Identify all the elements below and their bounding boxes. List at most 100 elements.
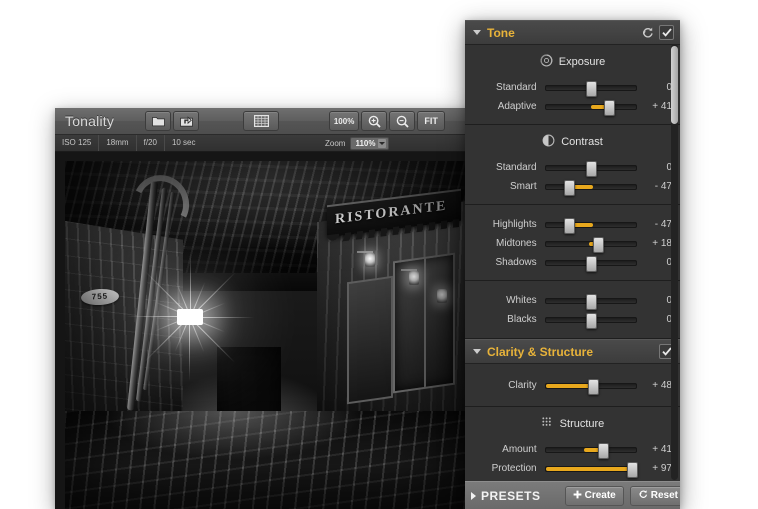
slider-label: Protection (491, 463, 537, 474)
metadata-bar: ISO 125 18mm f/20 10 sec Zoom 110% (55, 135, 475, 152)
slider-row-structure-amount[interactable]: Amount + 41 (465, 440, 680, 459)
reset-button[interactable]: Reset (629, 485, 680, 506)
slider-track[interactable] (544, 255, 638, 272)
slider-row-contrast-smart[interactable]: Smart - 47 (465, 177, 680, 196)
slider-row-highlights[interactable]: Highlights - 47 (465, 215, 680, 234)
slider-track[interactable] (544, 236, 638, 253)
slider-row-shadows[interactable]: Shadows 0 (465, 253, 680, 272)
image-canvas[interactable]: 755 RISTORANTE (55, 152, 475, 509)
zoom-select[interactable]: 110% (350, 136, 390, 150)
create-preset-button[interactable]: Create (564, 485, 624, 506)
compare-grid-icon[interactable] (243, 111, 280, 131)
slider-handle[interactable] (626, 461, 638, 478)
aperture-icon (540, 54, 553, 70)
section-header-clarity-structure[interactable]: Clarity & Structure (465, 339, 680, 364)
slider-label: Blacks (507, 314, 537, 325)
slider-track[interactable] (544, 312, 638, 329)
slider-track[interactable] (544, 80, 638, 97)
chevron-down-icon[interactable] (378, 138, 387, 148)
adjustments-scroll-area: Tone Exposure Standard 0 Adaptive + 41 C… (465, 20, 680, 482)
slider-row-clarity[interactable]: Clarity + 48 (465, 376, 680, 395)
contrast-half-circle-icon (542, 134, 555, 150)
slider-row-midtones[interactable]: Midtones + 18 (465, 234, 680, 253)
slider-handle[interactable] (587, 378, 599, 395)
slider-label: Standard (496, 162, 537, 173)
reset-label: Reset (650, 490, 678, 501)
checkbox-checked-icon[interactable] (659, 25, 674, 40)
slider-handle[interactable] (585, 293, 597, 310)
slider-handle[interactable] (564, 217, 576, 234)
zoom-value: 110% (355, 138, 376, 148)
slider-handle[interactable] (604, 99, 616, 116)
adjustments-panel: Tone Exposure Standard 0 Adaptive + 41 C… (465, 20, 680, 509)
slider-handle[interactable] (585, 160, 597, 177)
slider-row-exposure-adaptive[interactable]: Adaptive + 41 (465, 97, 680, 116)
slider-track[interactable] (544, 160, 638, 177)
panel-bottom-bar: PRESETS Create Reset (465, 481, 680, 509)
group-title-structure: Structure (465, 416, 680, 432)
slider-label: Midtones (496, 238, 537, 249)
slider-track[interactable] (544, 217, 638, 234)
slider-track[interactable] (544, 179, 638, 196)
group-tone-range: Whites 0 Blacks 0 (465, 281, 680, 339)
slider-row-blacks[interactable]: Blacks 0 (465, 310, 680, 329)
chevron-down-icon[interactable] (473, 349, 481, 354)
photo-preview[interactable]: 755 RISTORANTE (65, 161, 467, 509)
slider-handle[interactable] (585, 80, 597, 97)
panel-scrollbar[interactable] (671, 44, 678, 480)
meta-aperture: f/20 (135, 135, 164, 151)
slider-track[interactable] (544, 293, 638, 310)
slider-handle[interactable] (585, 312, 597, 329)
plus-icon (573, 490, 582, 502)
slider-fill (545, 383, 593, 388)
slider-handle[interactable] (593, 236, 605, 253)
slider-handle[interactable] (597, 442, 609, 459)
zoom-100-button[interactable]: 100% (329, 111, 360, 131)
presets-toggle[interactable]: PRESETS (471, 489, 541, 503)
export-share-icon[interactable] (173, 111, 200, 131)
zoom-control: Zoom 110% (325, 135, 390, 151)
photo-light-ray (126, 316, 190, 317)
refresh-icon (638, 489, 648, 502)
slider-label: Clarity (508, 380, 537, 391)
section-header-tone[interactable]: Tone (465, 20, 680, 45)
zoom-in-icon[interactable] (361, 111, 388, 131)
zoom-button-group: 100% FIT (328, 111, 446, 131)
slider-row-contrast-standard[interactable]: Standard 0 (465, 158, 680, 177)
compare-button-group (242, 111, 280, 131)
meta-shutter: 10 sec (163, 135, 203, 151)
structure-dots-icon (541, 416, 554, 432)
meta-focal: 18mm (98, 135, 135, 151)
group-label-contrast: Contrast (561, 136, 603, 148)
group-clarity: Clarity + 48 (465, 364, 680, 407)
create-label: Create (584, 490, 616, 501)
slider-track[interactable] (544, 461, 638, 478)
slider-label: Whites (506, 295, 537, 306)
slider-track[interactable] (544, 99, 638, 116)
slider-label: Smart (509, 181, 537, 192)
group-tone-levels: Highlights - 47 Midtones + 18 Shadows 0 (465, 205, 680, 281)
zoom-out-icon[interactable] (389, 111, 416, 131)
zoom-label: Zoom (325, 138, 346, 148)
presets-label: PRESETS (481, 488, 541, 503)
fit-button[interactable]: FIT (417, 111, 446, 131)
slider-row-exposure-standard[interactable]: Standard 0 (465, 78, 680, 97)
panel-scrollbar-thumb[interactable] (671, 46, 678, 124)
photo-lamp-1 (365, 253, 375, 267)
group-exposure: Exposure Standard 0 Adaptive + 41 (465, 45, 680, 125)
photo-shop-window-2 (347, 275, 393, 405)
slider-row-whites[interactable]: Whites 0 (465, 291, 680, 310)
chevron-down-icon[interactable] (473, 30, 481, 35)
slider-label: Highlights (492, 219, 537, 230)
chevron-right-icon[interactable] (471, 491, 476, 500)
open-folder-icon[interactable] (145, 111, 172, 131)
slider-row-structure-protection[interactable]: Protection + 97 (465, 459, 680, 478)
slider-handle[interactable] (585, 255, 597, 272)
slider-track[interactable] (544, 378, 638, 395)
refresh-icon[interactable] (640, 26, 654, 40)
slider-handle[interactable] (564, 179, 576, 196)
slider-label: Adaptive (497, 101, 537, 112)
section-title-clarity-structure: Clarity & Structure (487, 344, 594, 359)
slider-track[interactable] (544, 442, 638, 459)
meta-iso: ISO 125 (62, 138, 92, 147)
